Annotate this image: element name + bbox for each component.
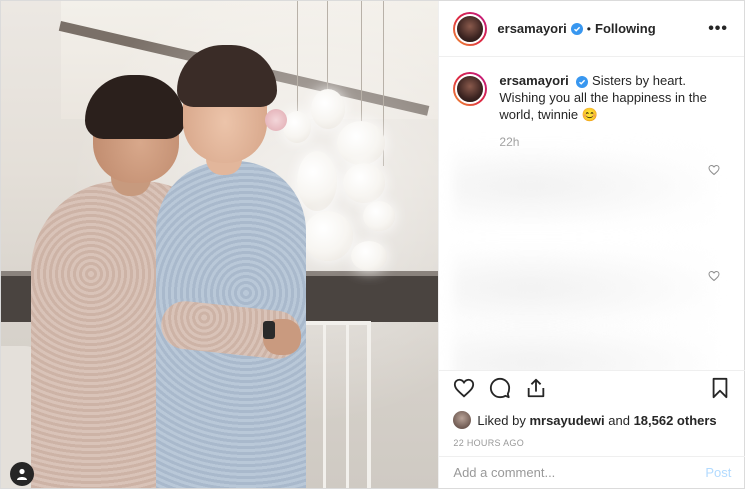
verified-badge-icon — [570, 22, 583, 35]
action-icons — [453, 377, 731, 399]
post-sidebar: ersamayori • Following ••• ersamayori Si… — [438, 1, 745, 488]
wristwatch — [263, 321, 275, 339]
user-icon — [17, 468, 27, 480]
pendant-lamp — [303, 211, 353, 261]
share-icon[interactable] — [525, 377, 547, 399]
liker-username[interactable]: mrsayudewi — [529, 413, 604, 428]
comment-item — [453, 146, 714, 226]
user-tag-icon[interactable] — [10, 462, 34, 486]
avatar[interactable] — [453, 72, 488, 106]
lamp-cord — [327, 1, 328, 91]
avatar[interactable] — [453, 11, 488, 46]
comment-input[interactable] — [453, 465, 674, 480]
lamp-cord — [297, 1, 298, 111]
caption: ersamayori Sisters by heart. Wishing you… — [453, 72, 729, 123]
comment-icon[interactable] — [489, 377, 511, 399]
likes-prefix: Liked by — [477, 412, 526, 428]
more-options-button[interactable]: ••• — [708, 20, 728, 38]
liker-avatar[interactable] — [453, 411, 472, 429]
comment-like-icon[interactable] — [708, 164, 720, 176]
comments-section[interactable]: ersamayori Sisters by heart. Wishing you… — [439, 58, 745, 370]
instagram-post: ersamayori • Following ••• ersamayori Si… — [0, 0, 745, 489]
pendant-lamp — [343, 163, 385, 203]
pendant-lamp — [311, 89, 345, 129]
pendant-lamp — [297, 151, 337, 211]
likes-summary: Liked by mrsayudewi and 18,562 others — [453, 411, 731, 429]
post-timestamp[interactable]: 22 HOURS AGO — [453, 438, 731, 448]
following-button[interactable]: Following — [595, 21, 656, 36]
header-username[interactable]: ersamayori — [497, 21, 566, 36]
heart-icon[interactable] — [453, 377, 475, 399]
pendant-lamp — [337, 121, 385, 165]
lamp-cord — [361, 1, 362, 126]
likes-count[interactable]: 18,562 others — [634, 413, 717, 428]
bookmark-icon[interactable] — [709, 377, 731, 399]
pendant-lamp — [363, 201, 395, 231]
post-actions: Liked by mrsayudewi and 18,562 others 22… — [439, 370, 745, 448]
post-button[interactable]: Post — [705, 465, 731, 480]
chair — [301, 321, 371, 488]
caption-text: ersamayori Sisters by heart. Wishing you… — [499, 72, 719, 123]
comment-item — [453, 323, 714, 370]
comment-item — [453, 248, 714, 328]
pendant-lamp — [283, 111, 311, 143]
post-header: ersamayori • Following ••• — [439, 1, 744, 57]
hair-flower — [265, 109, 287, 131]
add-comment-bar: Post — [439, 456, 745, 488]
verified-badge-icon — [576, 76, 589, 88]
separator: • — [586, 21, 591, 36]
caption-username[interactable]: ersamayori — [499, 73, 568, 88]
likes-joiner: and — [608, 412, 630, 428]
comment-like-icon[interactable] — [708, 270, 720, 282]
pendant-lamp — [351, 241, 387, 271]
post-photo[interactable] — [1, 1, 439, 488]
